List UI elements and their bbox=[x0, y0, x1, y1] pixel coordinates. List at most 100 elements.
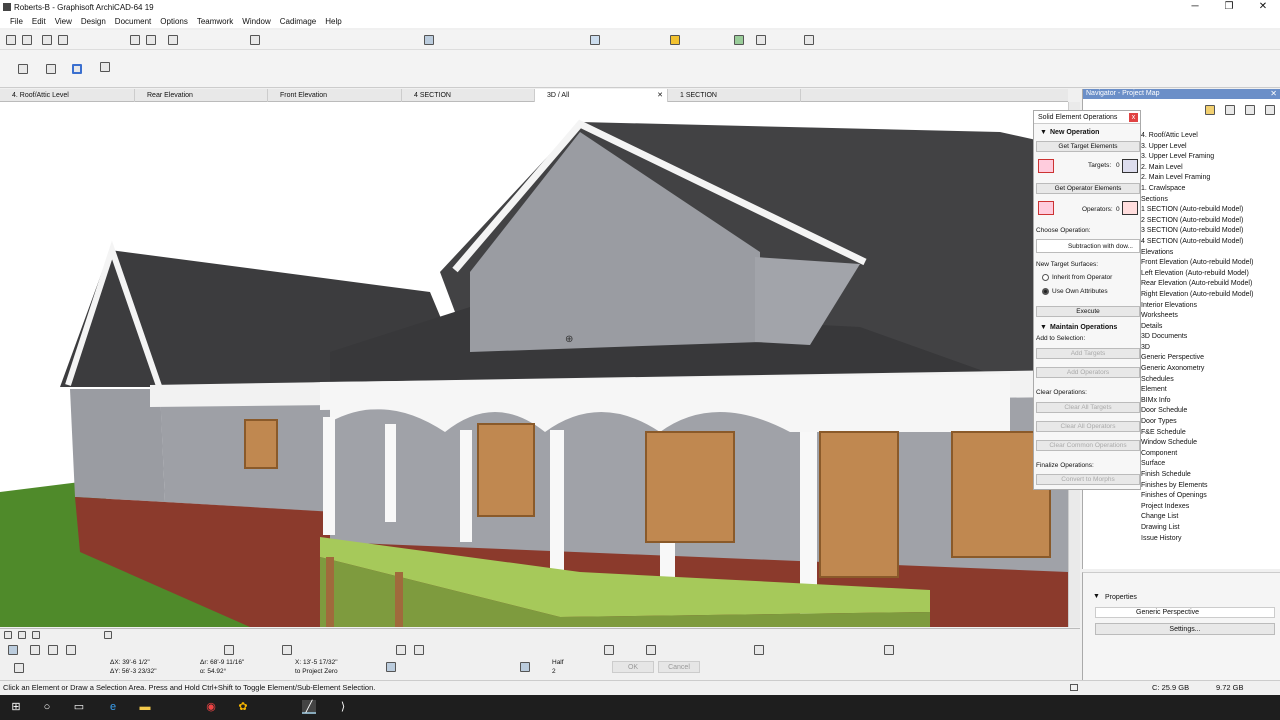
tree-item[interactable]: Details bbox=[1141, 322, 1253, 333]
tree-item[interactable]: 3. Upper Level Framing bbox=[1141, 152, 1253, 163]
menu-teamwork[interactable]: Teamwork bbox=[197, 17, 233, 26]
clear-all-targets-button[interactable]: Clear All Targets bbox=[1036, 402, 1140, 413]
tree-item[interactable]: Change List bbox=[1141, 512, 1253, 523]
menu-file[interactable]: File bbox=[10, 17, 23, 26]
3d-viewport[interactable]: ⊕ bbox=[0, 102, 1068, 627]
tree-item[interactable]: Project Indexes bbox=[1141, 502, 1253, 513]
tree-item[interactable]: Drawing List bbox=[1141, 523, 1253, 534]
tab-3d-all[interactable]: 3D / All ✕ bbox=[535, 89, 668, 102]
menu-design[interactable]: Design bbox=[81, 17, 106, 26]
tree-item[interactable]: Generic Perspective bbox=[1141, 353, 1253, 364]
tree-item[interactable]: Generic Axonometry bbox=[1141, 364, 1253, 375]
collapse-triangle-icon-2[interactable]: ▼ bbox=[1040, 324, 1047, 331]
door-tool-icon[interactable] bbox=[396, 645, 406, 655]
add-targets-button[interactable]: Add Targets bbox=[1036, 348, 1140, 359]
tree-item[interactable]: 3D Documents bbox=[1141, 332, 1253, 343]
print-icon[interactable] bbox=[58, 35, 68, 45]
wall-tool-icon[interactable] bbox=[30, 645, 40, 655]
tree-item[interactable]: Right Elevation (Auto-rebuild Model) bbox=[1141, 290, 1253, 301]
zoom-out-icon[interactable] bbox=[18, 631, 26, 639]
find-select-icon[interactable] bbox=[168, 35, 178, 45]
settings-button[interactable]: Settings... bbox=[1095, 623, 1275, 635]
flower-app-icon[interactable]: ✿ bbox=[236, 700, 250, 714]
tree-item[interactable]: Door Schedule bbox=[1141, 406, 1253, 417]
tree-item[interactable]: Worksheets bbox=[1141, 311, 1253, 322]
tree-item[interactable]: 4. Roof/Attic Level bbox=[1141, 131, 1253, 142]
clear-common-operations-button[interactable]: Clear Common Operations bbox=[1036, 440, 1140, 451]
3d-view-icon[interactable] bbox=[590, 35, 600, 45]
tab-front-elevation[interactable]: Front Elevation bbox=[268, 89, 402, 102]
menu-view[interactable]: View bbox=[55, 17, 72, 26]
line-tool-icon[interactable] bbox=[646, 645, 656, 655]
operation-dropdown[interactable]: Subtraction with dow... bbox=[1036, 239, 1140, 253]
tree-item[interactable]: Surface bbox=[1141, 459, 1253, 470]
orbit-icon[interactable] bbox=[104, 631, 112, 639]
tree-item[interactable]: 3. Upper Level bbox=[1141, 142, 1253, 153]
execute-button[interactable]: Execute bbox=[1036, 306, 1140, 317]
tree-item[interactable]: Issue History bbox=[1141, 534, 1253, 545]
menu-window[interactable]: Window bbox=[242, 17, 270, 26]
tree-item[interactable]: 1 SECTION (Auto-rebuild Model) bbox=[1141, 205, 1253, 216]
tree-item[interactable]: Left Elevation (Auto-rebuild Model) bbox=[1141, 269, 1253, 280]
minimize-button[interactable]: ─ bbox=[1178, 0, 1212, 14]
archicad-icon[interactable]: ╱ bbox=[302, 700, 316, 714]
mesh-tool-icon[interactable] bbox=[282, 645, 292, 655]
close-button[interactable]: ✕ bbox=[1246, 0, 1280, 14]
menu-cadimage[interactable]: Cadimage bbox=[280, 17, 316, 26]
get-targets-button[interactable]: Get Target Elements bbox=[1036, 141, 1140, 152]
column-tool-icon[interactable] bbox=[48, 645, 58, 655]
tree-item[interactable]: Component bbox=[1141, 449, 1253, 460]
collapse-triangle-icon[interactable]: ▼ bbox=[1040, 129, 1047, 136]
edge-browser-icon[interactable]: e bbox=[106, 700, 120, 714]
tree-item[interactable]: Window Schedule bbox=[1141, 438, 1253, 449]
dimension-tool-icon[interactable] bbox=[604, 645, 614, 655]
menu-options[interactable]: Options bbox=[160, 17, 188, 26]
chrome-icon[interactable]: ◉ bbox=[204, 700, 218, 714]
rect-marquee-icon[interactable] bbox=[46, 64, 56, 74]
tree-item[interactable]: Door Types bbox=[1141, 417, 1253, 428]
task-view-icon[interactable]: ▭ bbox=[72, 700, 86, 714]
window-tool-icon[interactable] bbox=[414, 645, 424, 655]
grid-snap-icon[interactable] bbox=[250, 35, 260, 45]
tree-item[interactable]: Rear Elevation (Auto-rebuild Model) bbox=[1141, 279, 1253, 290]
terminal-icon[interactable]: ⟩ bbox=[336, 700, 350, 714]
tree-item[interactable]: 3D bbox=[1141, 343, 1253, 354]
tree-item[interactable]: 2 SECTION (Auto-rebuild Model) bbox=[1141, 216, 1253, 227]
tab-4-section[interactable]: 4 SECTION bbox=[402, 89, 535, 102]
menu-document[interactable]: Document bbox=[115, 17, 151, 26]
soe-close-button[interactable]: x bbox=[1129, 113, 1138, 122]
arrow-tool-icon[interactable] bbox=[100, 62, 110, 72]
file-explorer-icon[interactable]: ▬ bbox=[138, 700, 152, 714]
tree-item[interactable]: 2. Main Level bbox=[1141, 163, 1253, 174]
render-icon[interactable] bbox=[804, 35, 814, 45]
tree-item[interactable]: Finishes by Elements bbox=[1141, 481, 1253, 492]
figure-tool-icon[interactable] bbox=[884, 645, 894, 655]
publisher-icon[interactable] bbox=[1265, 105, 1275, 115]
project-map-icon[interactable] bbox=[1205, 105, 1215, 115]
tree-item[interactable]: Finishes of Openings bbox=[1141, 491, 1253, 502]
tree-item[interactable]: Interior Elevations bbox=[1141, 301, 1253, 312]
save-icon[interactable] bbox=[42, 35, 52, 45]
zoom-in-icon[interactable] bbox=[4, 631, 12, 639]
marquee-icon[interactable] bbox=[18, 64, 28, 74]
radio-own[interactable] bbox=[1042, 288, 1049, 295]
tree-item[interactable]: F&E Schedule bbox=[1141, 428, 1253, 439]
rotated-marquee-icon[interactable] bbox=[72, 64, 82, 74]
convert-to-morphs-button[interactable]: Convert to Morphs bbox=[1036, 474, 1140, 485]
tab-1-section[interactable]: 1 SECTION bbox=[668, 89, 801, 102]
snap-icon[interactable] bbox=[14, 663, 24, 673]
ok-button[interactable]: OK bbox=[612, 661, 654, 673]
menu-help[interactable]: Help bbox=[325, 17, 341, 26]
tree-item[interactable]: 3 SECTION (Auto-rebuild Model) bbox=[1141, 226, 1253, 237]
windows-start-icon[interactable]: ⊞ bbox=[9, 700, 23, 714]
tree-item[interactable]: Schedules bbox=[1141, 375, 1253, 386]
tab-close-icon[interactable]: ✕ bbox=[657, 89, 663, 102]
arrow-tool-icon-2[interactable] bbox=[8, 645, 18, 655]
fill-tool-icon[interactable] bbox=[754, 645, 764, 655]
layout-book-icon[interactable] bbox=[1245, 105, 1255, 115]
collapse-triangle-icon-3[interactable]: ▼ bbox=[1093, 593, 1100, 600]
camera-icon[interactable] bbox=[756, 35, 766, 45]
targets-select-icon[interactable] bbox=[1122, 159, 1138, 173]
tree-item[interactable]: Element bbox=[1141, 385, 1253, 396]
favorites-icon[interactable] bbox=[670, 35, 680, 45]
